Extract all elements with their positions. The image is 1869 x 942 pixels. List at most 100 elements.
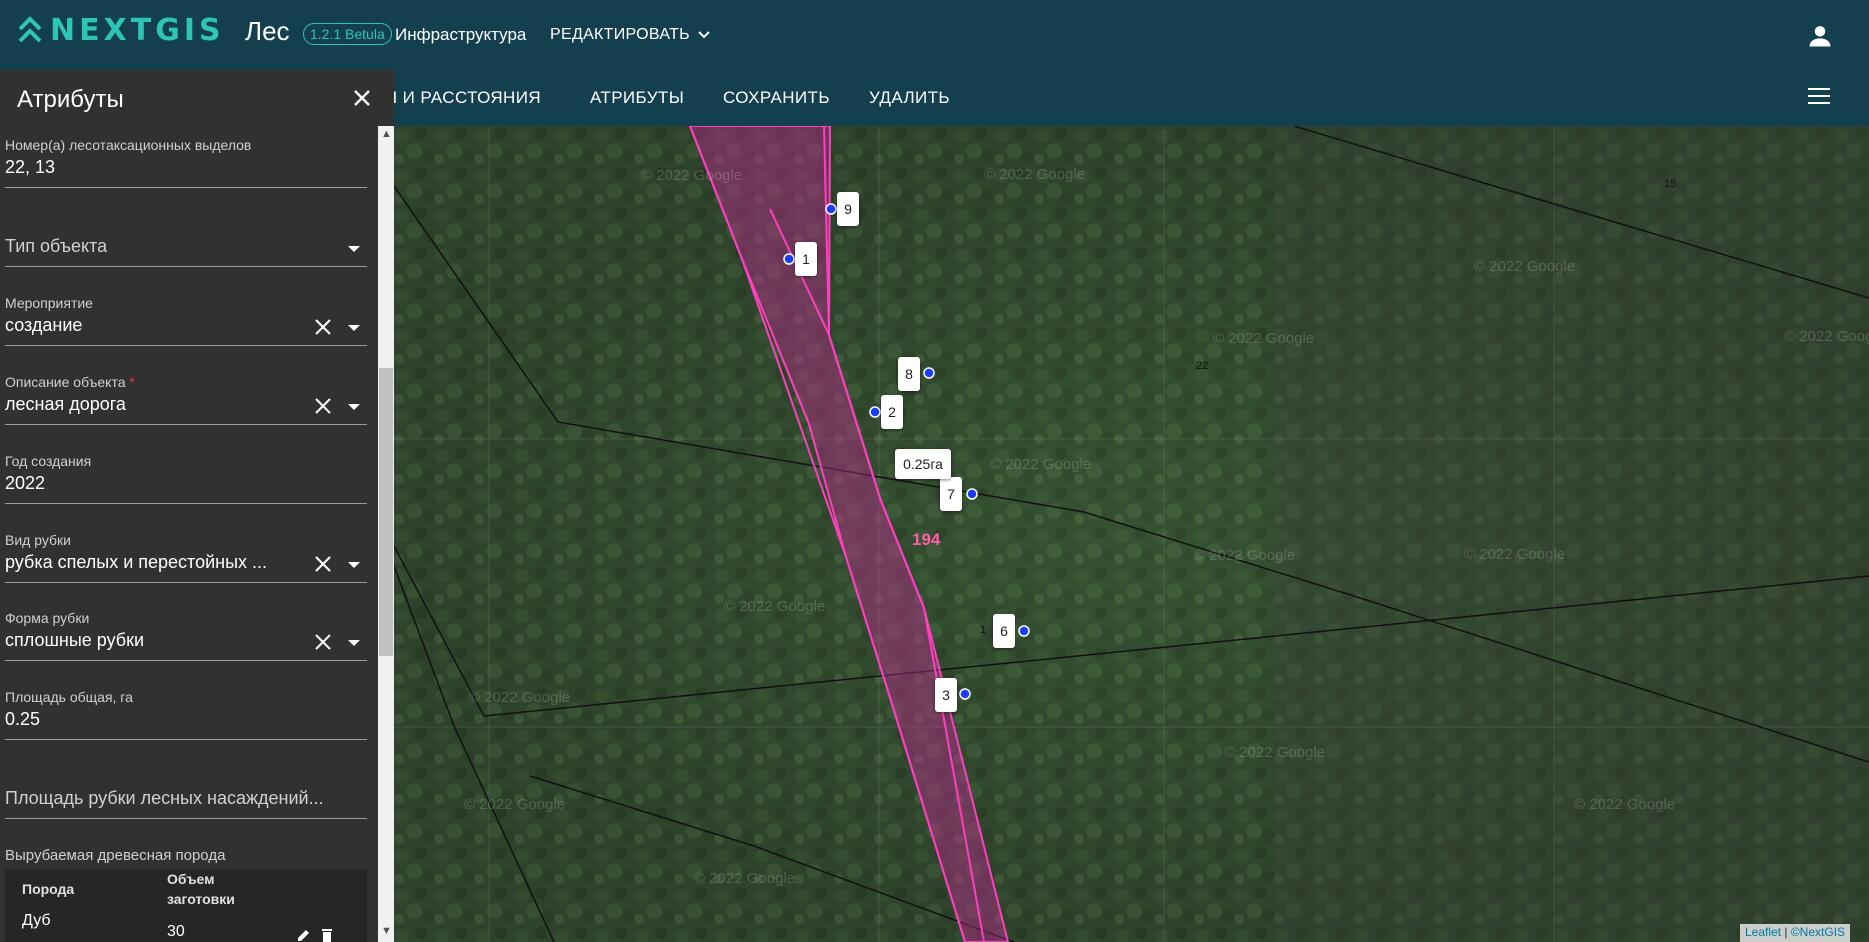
- map-watermark: © 2022 Google: [1464, 546, 1566, 563]
- field-label: Описание объекта *: [5, 374, 135, 390]
- field-underline: [5, 424, 367, 425]
- area-cut-field[interactable]: Площадь рубки лесных насаждений...: [5, 788, 367, 820]
- field-underline: [5, 266, 367, 267]
- panel-title: Атрибуты: [17, 86, 124, 113]
- table-cell-species: Дуб: [22, 912, 51, 929]
- dropdown-arrow-icon[interactable]: [348, 325, 360, 331]
- field-label: Площадь общая, га: [5, 689, 133, 705]
- vertex-label[interactable]: 3: [935, 678, 957, 712]
- attribution-separator: |: [1784, 925, 1788, 939]
- top-app-bar: NEXTGIS Лес 1.2.1 Betula Инфраструктура …: [0, 0, 1869, 70]
- map-watermark: © 2022 Google: [464, 796, 566, 813]
- section-label: Вырубаемая древесная порода: [5, 847, 226, 864]
- plot-number-label: 22: [1196, 360, 1209, 372]
- species-table-title: Вырубаемая древесная порода: [5, 847, 367, 867]
- area-total-field[interactable]: Площадь общая, га 0.25: [5, 689, 367, 741]
- map-watermark: © 2022 Google: [1474, 258, 1576, 275]
- map-attribution: Leaflet | ©NextGIS: [1740, 924, 1851, 942]
- table-cell-volume: 30: [167, 923, 185, 940]
- map-watermark: © 2022 Google: [984, 166, 1086, 183]
- nextgis-logo[interactable]: NEXTGIS: [18, 12, 225, 48]
- user-account-icon[interactable]: [1806, 22, 1834, 50]
- vertex-label[interactable]: 6: [993, 614, 1015, 648]
- nextgis-link[interactable]: ©NextGIS: [1791, 925, 1845, 939]
- description-select[interactable]: Описание объекта * лесная дорога: [5, 374, 367, 426]
- save-button[interactable]: СОХРАНИТЬ: [723, 88, 830, 108]
- vertex-label[interactable]: 2: [881, 395, 903, 429]
- clear-icon[interactable]: [313, 396, 333, 416]
- field-underline: [5, 818, 367, 819]
- field-placeholder: Тип объекта: [5, 236, 108, 256]
- main-menu-icon[interactable]: [1808, 88, 1830, 106]
- year-field[interactable]: Год создания 2022: [5, 453, 367, 505]
- map-watermark: © 2022 Google: [641, 167, 743, 184]
- plot-number-label: 1: [980, 624, 987, 636]
- leaflet-link[interactable]: Leaflet: [1745, 925, 1781, 939]
- map-canvas[interactable]: © 2022 Google © 2022 Google © 2022 Googl…: [394, 126, 1869, 942]
- field-underline: [5, 187, 367, 188]
- field-underline: [5, 503, 367, 504]
- vertex-label[interactable]: 1: [795, 242, 817, 276]
- edit-menu-button[interactable]: РЕДАКТИРОВАТЬ: [550, 26, 710, 44]
- delete-icon[interactable]: [319, 927, 335, 942]
- map-watermark: © 2022 Google: [1224, 744, 1326, 761]
- dropdown-arrow-icon[interactable]: [348, 246, 360, 252]
- map-watermark: © 2022 Google: [1574, 796, 1676, 813]
- scroll-down-icon[interactable]: ▼: [381, 925, 392, 937]
- map-watermark: © 2022 Google: [1784, 328, 1869, 345]
- vertex-label[interactable]: 7: [940, 477, 962, 511]
- field-label: Год создания: [5, 453, 92, 469]
- dropdown-arrow-icon[interactable]: [348, 640, 360, 646]
- panel-header: Атрибуты: [0, 70, 394, 126]
- plot-number-label: 194: [912, 530, 941, 549]
- delete-button[interactable]: УДАЛИТЬ: [869, 88, 950, 108]
- area-label: 0.25га: [895, 449, 951, 479]
- field-underline: [5, 345, 367, 346]
- chevron-down-icon: [698, 31, 710, 39]
- vertex-label[interactable]: 9: [837, 192, 859, 226]
- edit-icon[interactable]: [296, 927, 312, 942]
- cut-form-select[interactable]: Форма рубки сплошные рубки: [5, 610, 367, 662]
- field-label: Форма рубки: [5, 610, 90, 626]
- clear-icon[interactable]: [313, 632, 333, 652]
- brand-name: NEXTGIS: [50, 12, 225, 48]
- event-select[interactable]: Мероприятие создание: [5, 295, 367, 347]
- field-value[interactable]: 22, 13: [5, 157, 367, 181]
- field-label: Мероприятие: [5, 295, 93, 311]
- map-watermark: © 2022 Google: [990, 456, 1092, 473]
- map-watermark: © 2022 Google: [1194, 547, 1296, 564]
- scrollbar-thumb[interactable]: [379, 368, 393, 656]
- map-watermark: © 2022 Google: [469, 689, 571, 706]
- attributes-button[interactable]: АТРИБУТЫ: [590, 88, 684, 108]
- field-underline: [5, 582, 367, 583]
- measure-tool-button[interactable]: Ы И РАССТОЯНИЯ: [382, 88, 541, 108]
- version-badge: 1.2.1 Betula: [303, 23, 392, 45]
- dropdown-arrow-icon[interactable]: [348, 562, 360, 568]
- nextgis-logo-icon: [18, 16, 42, 43]
- clear-icon[interactable]: [313, 554, 333, 574]
- field-underline: [5, 660, 367, 661]
- map-watermark: © 2022 Google: [694, 870, 796, 887]
- plot-number-label: 15: [1664, 178, 1677, 190]
- vertex-label[interactable]: 8: [898, 357, 920, 391]
- plot-numbers-field[interactable]: Номер(а) лесотаксационных выделов 22, 13: [5, 137, 367, 189]
- map-watermark: © 2022 Google: [724, 598, 826, 615]
- section-title[interactable]: Инфраструктура: [395, 25, 526, 45]
- required-mark: *: [129, 374, 135, 390]
- clear-icon[interactable]: [313, 317, 333, 337]
- close-icon[interactable]: [352, 88, 372, 108]
- field-value[interactable]: 2022: [5, 473, 367, 497]
- map-watermark: © 2022 Google: [1213, 330, 1315, 347]
- dropdown-arrow-icon[interactable]: [348, 404, 360, 410]
- field-underline: [5, 739, 367, 740]
- scroll-up-icon[interactable]: ▲: [381, 128, 392, 140]
- column-header-species: Порода: [22, 881, 75, 897]
- cut-kind-select[interactable]: Вид рубки рубка спелых и перестойных ...: [5, 532, 367, 584]
- species-table: Порода Объем заготовки Дуб 30: [5, 869, 367, 942]
- field-placeholder: Площадь рубки лесных насаждений...: [5, 788, 324, 808]
- edit-menu-label: РЕДАКТИРОВАТЬ: [550, 26, 690, 43]
- column-header-volume: Объем заготовки: [167, 871, 235, 907]
- cut-polygon[interactable]: [394, 126, 1869, 942]
- field-value[interactable]: 0.25: [5, 709, 367, 733]
- object-type-select[interactable]: Тип объекта: [5, 236, 367, 268]
